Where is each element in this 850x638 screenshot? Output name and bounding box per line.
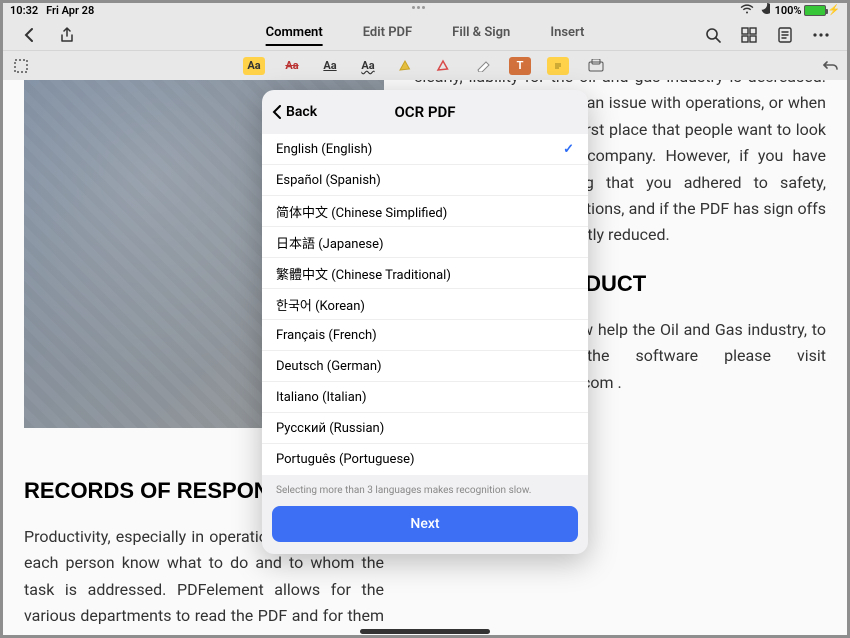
highlight-button[interactable]: Aa	[243, 57, 265, 75]
lang-label: Deutsch (German)	[276, 359, 382, 374]
charging-icon: ⚡	[828, 5, 840, 16]
lang-row-chinese-s[interactable]: 简体中文 (Chinese Simplified)	[262, 196, 588, 227]
lang-row-chinese-t[interactable]: 繁體中文 (Chinese Traditional)	[262, 258, 588, 289]
lang-label: 日本語 (Japanese)	[276, 233, 384, 252]
top-toolbar: Comment Edit PDF Fill & Sign Insert	[0, 20, 850, 50]
lang-label: Italiano (Italian)	[276, 390, 366, 405]
lang-row-portuguese[interactable]: Português (Portuguese)	[262, 444, 588, 475]
status-bar: 10:32 Fri Apr 28 100% ⚡	[0, 0, 850, 20]
ocr-next-button[interactable]: Next	[272, 506, 578, 542]
lang-row-french[interactable]: Français (French)	[262, 320, 588, 351]
ocr-title: OCR PDF	[394, 103, 455, 121]
lang-label: Português (Portuguese)	[276, 452, 415, 467]
sticky-note-button[interactable]	[547, 57, 569, 75]
stamp-button[interactable]	[585, 57, 607, 75]
lang-row-japanese[interactable]: 日本語 (Japanese)	[262, 227, 588, 258]
pen-button[interactable]	[433, 57, 455, 75]
lang-label: 한국어 (Korean)	[276, 295, 365, 314]
status-date: Fri Apr 28	[46, 4, 94, 17]
tab-edit-pdf[interactable]: Edit PDF	[363, 25, 412, 46]
squiggly-button[interactable]: Aa	[357, 57, 379, 75]
language-list: English (English) ✓ Español (Spanish) 简体中…	[262, 134, 588, 475]
search-icon[interactable]	[704, 26, 722, 44]
ocr-back-label: Back	[286, 104, 317, 120]
area-highlight-button[interactable]	[395, 57, 417, 75]
check-icon: ✓	[563, 142, 574, 157]
undo-icon[interactable]	[820, 57, 838, 75]
bookmarks-icon[interactable]	[776, 26, 794, 44]
wifi-icon	[740, 4, 754, 17]
lang-row-spanish[interactable]: Español (Spanish)	[262, 165, 588, 196]
lang-row-korean[interactable]: 한국어 (Korean)	[262, 289, 588, 320]
text-box-button[interactable]: T	[509, 57, 531, 75]
markup-toolbar: Aa Aa Aa Aa T	[0, 50, 850, 80]
ocr-modal: Back OCR PDF English (English) ✓ Español …	[262, 90, 588, 554]
tab-fill-sign[interactable]: Fill & Sign	[452, 25, 510, 46]
moon-icon	[759, 3, 770, 17]
lang-label: Русский (Russian)	[276, 421, 384, 436]
ocr-footnote: Selecting more than 3 languages makes re…	[262, 475, 588, 502]
strikethrough-button[interactable]: Aa	[281, 57, 303, 75]
lang-row-english[interactable]: English (English) ✓	[262, 134, 588, 165]
lang-row-italian[interactable]: Italiano (Italian)	[262, 382, 588, 413]
lang-label: Français (French)	[276, 328, 377, 343]
ocr-header: Back OCR PDF	[262, 90, 588, 134]
home-indicator[interactable]	[360, 629, 490, 634]
share-icon[interactable]	[58, 26, 76, 44]
lang-label: Español (Spanish)	[276, 173, 381, 188]
multitask-dots-icon[interactable]	[412, 6, 438, 10]
eraser-button[interactable]	[471, 57, 493, 75]
status-time: 10:32	[10, 4, 38, 17]
more-icon[interactable]	[812, 26, 830, 44]
underline-button[interactable]: Aa	[319, 57, 341, 75]
lang-label: 简体中文 (Chinese Simplified)	[276, 202, 447, 221]
crop-icon[interactable]	[12, 57, 30, 75]
ocr-back-button[interactable]: Back	[272, 90, 317, 134]
lang-label: English (English)	[276, 142, 372, 157]
lang-label: 繁體中文 (Chinese Traditional)	[276, 264, 451, 283]
battery-text: 100%	[775, 4, 802, 17]
lang-row-german[interactable]: Deutsch (German)	[262, 351, 588, 382]
thumbnails-icon[interactable]	[740, 26, 758, 44]
battery-indicator: 100% ⚡	[775, 4, 840, 17]
back-icon[interactable]	[20, 26, 38, 44]
tab-comment[interactable]: Comment	[266, 25, 323, 46]
lang-row-russian[interactable]: Русский (Russian)	[262, 413, 588, 444]
tab-insert[interactable]: Insert	[550, 25, 584, 46]
